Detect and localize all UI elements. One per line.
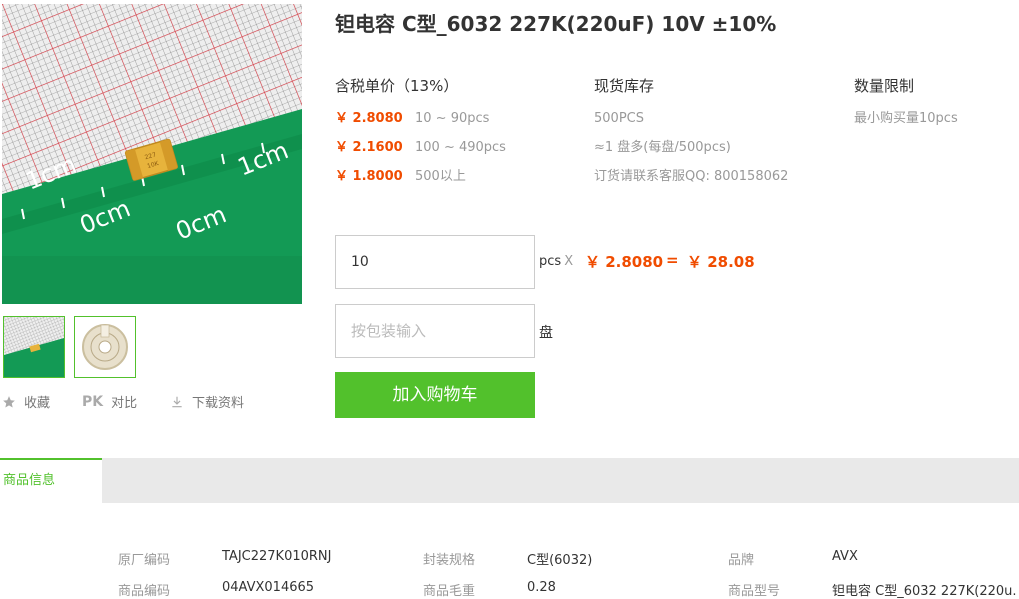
price-tier: ￥ 1.8000 500以上 — [335, 162, 506, 191]
tab-bar: 商品信息 — [0, 458, 1019, 503]
spec-key: 商品毛重 — [423, 584, 476, 599]
star-icon — [2, 395, 16, 409]
download-button[interactable]: 下载资料 — [170, 392, 244, 411]
add-to-cart-button[interactable]: 加入购物车 — [335, 372, 535, 418]
stock-quantity: 500PCS — [594, 111, 644, 126]
spec-value: TAJC227K010RNJ — [222, 549, 332, 564]
compare-button[interactable]: PK 对比 — [82, 392, 138, 412]
tier-price: ￥ 2.8080 — [335, 111, 403, 126]
spec-value: 0.28 — [527, 580, 556, 595]
spec-key: 封装规格 — [423, 553, 476, 568]
thumbnail-capacitor-grid[interactable] — [3, 316, 65, 378]
tier-range: 500以上 — [415, 169, 466, 184]
quantity-input[interactable] — [335, 235, 535, 289]
stock-header: 现货库存 — [594, 77, 655, 95]
favorite-label: 收藏 — [24, 396, 51, 411]
download-label: 下载资料 — [192, 396, 245, 411]
stock-contact: 订货请联系客服QQ: 800158062 — [594, 169, 789, 184]
price-tier: ￥ 2.8080 10 ~ 90pcs — [335, 104, 506, 133]
download-icon — [170, 395, 184, 409]
package-unit: 盘 — [539, 325, 553, 341]
tier-range: 10 ~ 90pcs — [415, 111, 490, 126]
spec-value: 04AVX014665 — [222, 580, 315, 595]
spec-value: AVX — [832, 549, 858, 564]
spec-key: 商品型号 — [728, 584, 781, 599]
equals-sign: = — [666, 251, 679, 269]
limit-header: 数量限制 — [854, 77, 915, 95]
unit-label: pcs — [539, 254, 562, 269]
minimum-order: 最小购买量10pcs — [854, 111, 958, 126]
product-main-image: 227 10K 1cm 1cm 0cm 0cm — [2, 4, 302, 304]
tier-price: ￥ 1.8000 — [335, 169, 403, 184]
compare-pk-badge: PK — [82, 393, 104, 410]
spec-row: 商品编码 04AVX014665 商品毛重 0.28 商品型号 钽电容 C型_6… — [0, 580, 1019, 599]
spec-value: C型(6032) — [527, 553, 593, 568]
tier-price: ￥ 2.1600 — [335, 140, 403, 155]
thumbnail-reel[interactable] — [74, 316, 136, 378]
times-sign: X — [564, 254, 574, 269]
spec-key: 品牌 — [728, 553, 755, 568]
package-input[interactable] — [335, 304, 535, 358]
spec-key: 原厂编码 — [118, 553, 171, 568]
tier-range: 100 ~ 490pcs — [415, 140, 506, 155]
spec-row: 原厂编码 TAJC227K010RNJ 封装规格 C型(6032) 品牌 AVX — [0, 549, 1019, 571]
price-tier: ￥ 2.1600 100 ~ 490pcs — [335, 133, 506, 162]
tab-product-info[interactable]: 商品信息 — [0, 458, 102, 503]
favorite-button[interactable]: 收藏 — [2, 392, 50, 411]
spec-key: 商品编码 — [118, 584, 171, 599]
unit-multiplier: pcs X — [539, 254, 573, 269]
limit-column: 数量限制 最小购买量10pcs — [854, 75, 958, 133]
unit-price: ￥ 2.8080 — [585, 253, 664, 271]
stock-column: 现货库存 500PCS ≈1 盘多(每盘/500pcs) 订货请联系客服QQ: … — [594, 75, 788, 191]
pricing-column: 含税单价（13%） ￥ 2.8080 10 ~ 90pcs ￥ 2.1600 100… — [335, 75, 506, 191]
total-price: ￥ 28.08 — [687, 253, 755, 271]
pricing-header: 含税单价（13%） — [335, 77, 459, 95]
compare-label: 对比 — [111, 396, 138, 411]
product-title: 钽电容 C型_6032 227K(220uF) 10V ±10% — [335, 12, 777, 36]
stock-reels: ≈1 盘多(每盘/500pcs) — [594, 140, 731, 155]
spec-value: 钽电容 C型_6032 227K(220u. — [832, 584, 1017, 599]
